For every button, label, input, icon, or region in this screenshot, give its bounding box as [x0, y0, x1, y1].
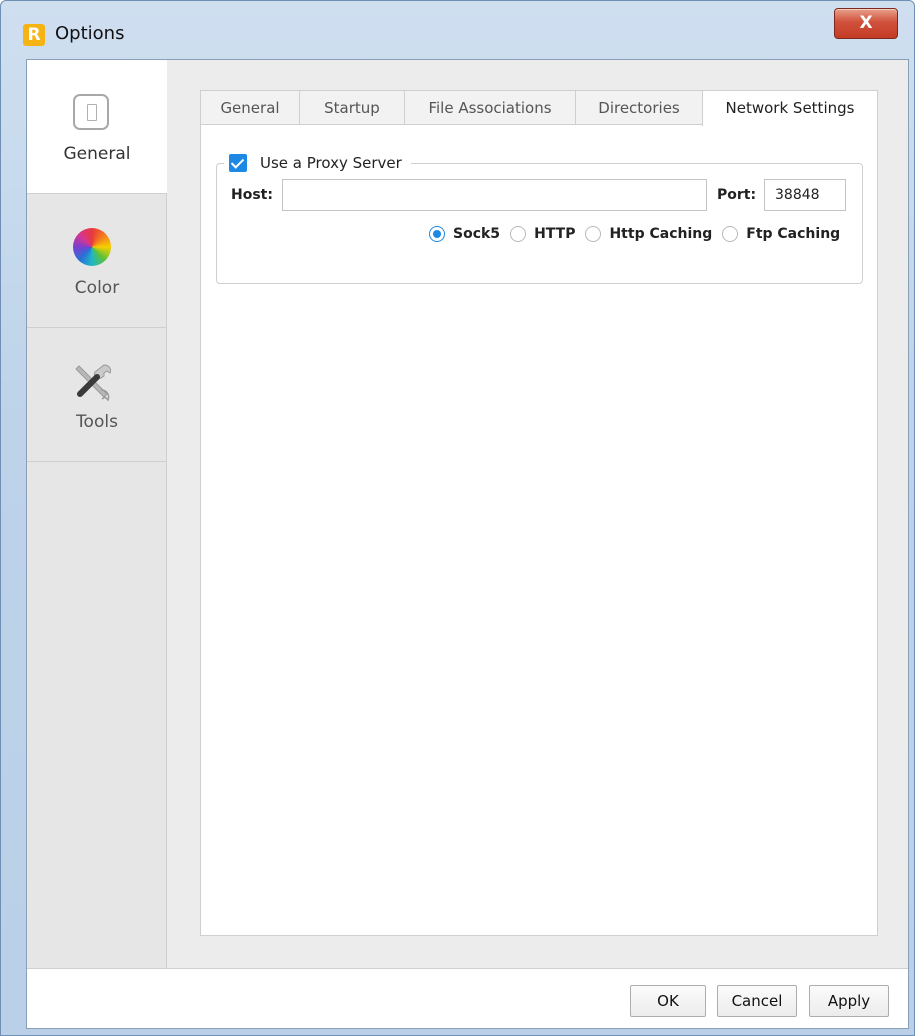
radio-label: HTTP	[534, 226, 576, 242]
radio-option-http[interactable]: HTTP	[510, 226, 575, 242]
tab-strip: General Startup File Associations Direct…	[200, 90, 878, 126]
use-proxy-checkbox[interactable]	[229, 154, 247, 172]
radio-button[interactable]	[722, 226, 739, 242]
dialog-client-area: General Color Tools General Startup File…	[26, 59, 909, 1029]
use-proxy-label: Use a Proxy Server	[260, 154, 402, 172]
ok-button[interactable]: OK	[630, 985, 706, 1017]
tab-network-settings[interactable]: Network Settings	[702, 90, 878, 126]
close-button[interactable]: X	[834, 8, 898, 39]
dialog-footer: OK Cancel Apply	[27, 968, 908, 1028]
sidebar-item-tools[interactable]: Tools	[27, 328, 167, 462]
app-logo-icon: R	[23, 24, 45, 46]
tools-icon	[75, 364, 112, 402]
host-label: Host:	[231, 187, 273, 203]
network-settings-panel: Use a Proxy Server Host: Port: Sock5	[200, 124, 878, 936]
content-area: General Startup File Associations Direct…	[167, 60, 908, 968]
sidebar-item-general[interactable]: General	[27, 60, 167, 194]
radio-button[interactable]	[510, 226, 527, 242]
tab-file-associations[interactable]: File Associations	[404, 90, 576, 125]
sidebar-item-color[interactable]: Color	[27, 194, 167, 328]
port-label: Port:	[717, 187, 757, 203]
options-window: R Options X General Color Tools General …	[0, 0, 915, 1036]
window-title: Options	[55, 23, 125, 44]
sidebar-item-label: General	[63, 144, 131, 164]
tab-directories[interactable]: Directories	[575, 90, 703, 125]
tab-general[interactable]: General	[200, 90, 300, 125]
radio-button[interactable]	[429, 226, 445, 242]
general-icon	[73, 94, 109, 130]
radio-option-sock5[interactable]: Sock5	[429, 226, 500, 242]
port-input[interactable]	[764, 179, 846, 211]
title-bar[interactable]: R Options X	[1, 1, 914, 59]
sidebar: General Color Tools	[27, 60, 167, 968]
radio-button[interactable]	[585, 226, 602, 242]
sidebar-item-label: Color	[74, 278, 120, 298]
apply-button[interactable]: Apply	[809, 985, 889, 1017]
tab-startup[interactable]: Startup	[299, 90, 405, 125]
color-wheel-icon	[73, 228, 111, 266]
proxy-type-radio-group: Sock5 HTTP Http Caching Ftp Caching	[429, 222, 850, 246]
radio-option-http-caching[interactable]: Http Caching	[585, 226, 712, 242]
radio-label: Ftp Caching	[746, 226, 841, 242]
cancel-button[interactable]: Cancel	[717, 985, 797, 1017]
radio-label: Sock5	[453, 226, 501, 242]
proxy-groupbox: Use a Proxy Server Host: Port: Sock5	[216, 150, 863, 284]
host-input[interactable]	[282, 179, 707, 211]
radio-label: Http Caching	[609, 226, 713, 242]
sidebar-item-label: Tools	[76, 412, 118, 432]
proxy-checkbox-row[interactable]: Use a Proxy Server	[224, 150, 411, 176]
radio-option-ftp-caching[interactable]: Ftp Caching	[722, 226, 840, 242]
